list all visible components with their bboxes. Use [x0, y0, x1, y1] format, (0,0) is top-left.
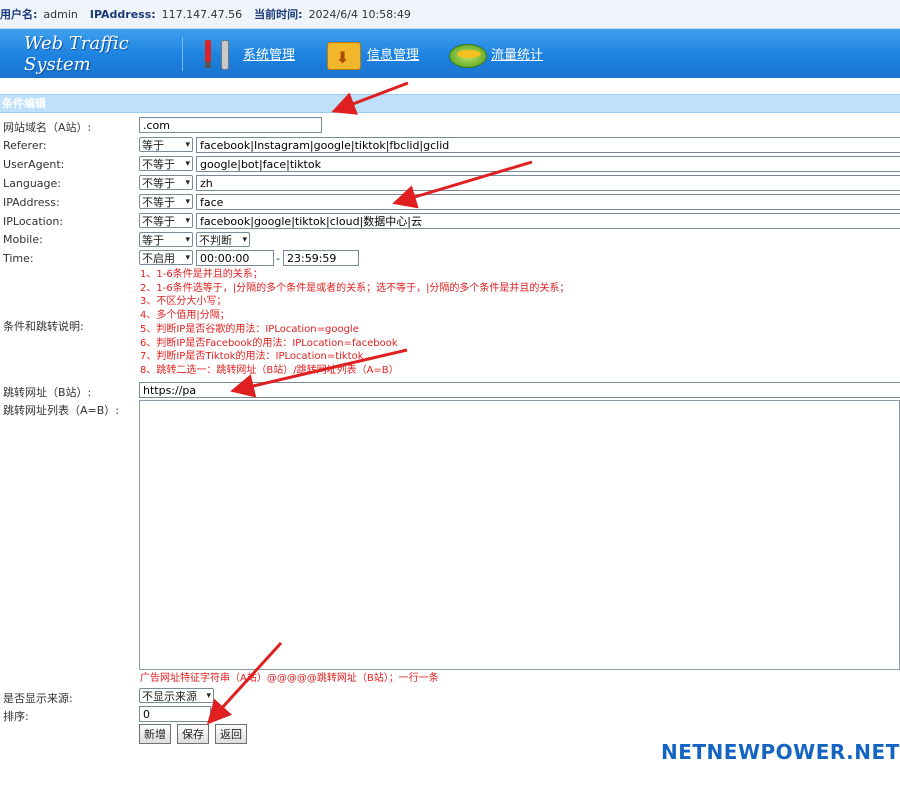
redirect-label: 跳转网址（B站）:	[3, 386, 92, 399]
note-line: 6、判断IP是否Facebook的用法：IPLocation=facebook	[140, 337, 398, 349]
chevron-down-icon: ▾	[185, 158, 190, 169]
ipaddress-op-select[interactable]: 不等于 ▾	[139, 194, 193, 209]
save-button[interactable]: 保存	[177, 724, 209, 744]
redirect-list-label: 跳转网址列表（A=B）:	[3, 404, 119, 417]
nav-item-info[interactable]: ⬇ 信息管理	[325, 38, 419, 70]
chevron-down-icon: ▾	[185, 196, 190, 207]
time-value: 2024/6/4 10:58:49	[308, 7, 411, 21]
time-separator: -	[276, 252, 280, 265]
notes-label: 条件和跳转说明:	[3, 320, 84, 333]
add-button[interactable]: 新增	[139, 724, 171, 744]
notes-list: 1、1-6条件是并且的关系； 2、1-6条件选等于，|分隔的多个条件是或者的关系…	[140, 268, 569, 378]
section-title: 条件编辑	[0, 94, 900, 113]
nav-link-info[interactable]: 信息管理	[367, 44, 419, 63]
iplocation-label: IPLocation:	[3, 215, 64, 228]
redirect-list-textarea[interactable]	[139, 400, 900, 670]
time-op-select[interactable]: 不启用 ▾	[139, 250, 193, 265]
language-input[interactable]	[196, 175, 900, 191]
note-line: 2、1-6条件选等于，|分隔的多个条件是或者的关系；选不等于，|分隔的多个条件是…	[140, 282, 570, 294]
ipaddress-label: IPAddress:	[3, 196, 60, 209]
top-info-bar: 用户名: admin IPAddress: 117.147.47.56 当前时间…	[0, 0, 900, 29]
note-line: 3、不区分大小写；	[140, 296, 227, 308]
show-source-label: 是否显示来源:	[3, 692, 73, 705]
order-label: 排序:	[3, 710, 29, 723]
logo: Web Traffic System	[24, 32, 129, 75]
header-banner: Web Traffic System 系统管理 ⬇ 信息管理 流量统计	[0, 29, 900, 78]
folder-download-icon: ⬇	[325, 38, 362, 70]
referer-op-select[interactable]: 等于 ▾	[139, 137, 193, 152]
referer-input[interactable]	[196, 137, 900, 153]
time-start-input[interactable]	[196, 250, 274, 266]
mobile-value-select[interactable]: 不判断 ▾	[196, 232, 250, 247]
note-line: 1、1-6条件是并且的关系；	[140, 269, 263, 280]
nav-link-stats[interactable]: 流量统计	[491, 44, 543, 63]
show-source-select[interactable]: 不显示来源 ▾	[139, 688, 214, 703]
ip-label: IPAddress:	[89, 7, 156, 21]
mobile-label: Mobile:	[3, 233, 43, 246]
note-line: 7、判断IP是否Tiktok的用法：IPLocation=tiktok	[140, 351, 364, 363]
iplocation-input[interactable]	[196, 213, 900, 229]
referer-label: Referer:	[3, 139, 47, 152]
note-line: 8、跳转二选一：跳转网址（B站）/跳转网址列表（A=B）	[140, 364, 399, 376]
tools-icon	[201, 38, 235, 70]
time-label: Time:	[3, 252, 34, 265]
useragent-label: UserAgent:	[3, 158, 65, 171]
iplocation-op-select[interactable]: 不等于 ▾	[139, 213, 193, 228]
domain-input[interactable]	[139, 117, 322, 133]
list-note: 广告网址特征字符串（A站）@@@@@跳转网址（B站）；一行一条	[140, 673, 439, 684]
chevron-down-icon: ▾	[185, 139, 190, 150]
annotation-arrows	[206, 81, 533, 725]
ipaddress-input[interactable]	[196, 194, 900, 210]
note-line: 5、判断IP是否谷歌的用法：IPLocation=google	[140, 323, 359, 335]
nav-item-stats[interactable]: 流量统计	[449, 38, 543, 70]
note-line: 4、多个值用|分隔；	[140, 310, 230, 322]
chevron-down-icon: ▾	[242, 234, 247, 245]
chevron-down-icon: ▾	[206, 690, 211, 701]
redirect-input[interactable]	[139, 382, 900, 398]
useragent-op-select[interactable]: 不等于 ▾	[139, 156, 193, 171]
user-value: admin	[43, 7, 78, 21]
language-op-select[interactable]: 不等于 ▾	[139, 175, 193, 190]
nav-item-system[interactable]: 系统管理	[201, 38, 295, 70]
watermark: NETNEWPOWER.NET	[661, 740, 900, 764]
order-input[interactable]	[139, 706, 211, 722]
chevron-down-icon: ▾	[185, 215, 190, 226]
chevron-down-icon: ▾	[185, 252, 190, 263]
domain-label: 网站域名（A站）:	[3, 121, 92, 134]
time-end-input[interactable]	[283, 250, 359, 266]
mobile-op-select[interactable]: 等于 ▾	[139, 232, 193, 247]
user-label: 用户名:	[0, 8, 38, 21]
useragent-input[interactable]	[196, 156, 900, 172]
chevron-down-icon: ▾	[185, 177, 190, 188]
time-label: 当前时间:	[254, 8, 303, 21]
ip-value: 117.147.47.56	[161, 7, 243, 21]
stats-icon	[449, 38, 488, 70]
language-label: Language:	[3, 177, 61, 190]
divider	[182, 36, 183, 71]
back-button[interactable]: 返回	[215, 724, 247, 744]
chevron-down-icon: ▾	[185, 234, 190, 245]
nav-link-system[interactable]: 系统管理	[243, 44, 295, 63]
